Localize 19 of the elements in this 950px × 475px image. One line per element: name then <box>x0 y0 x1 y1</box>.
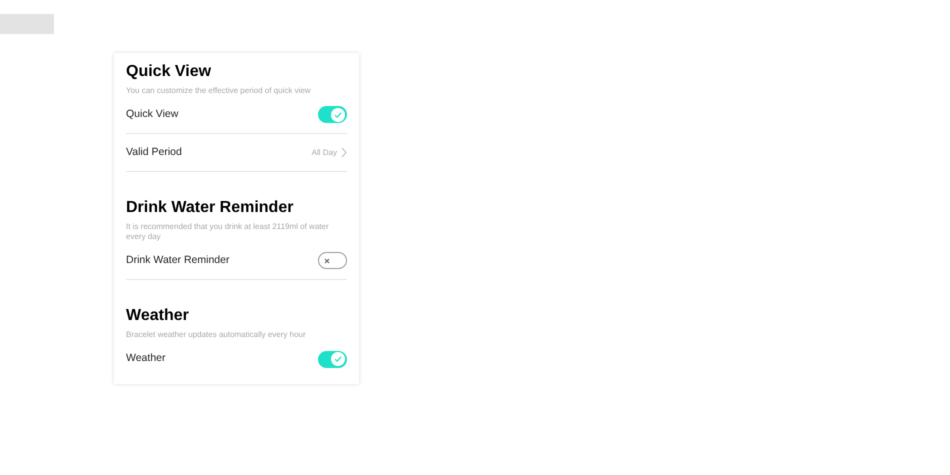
setting-label: Quick View <box>126 106 178 122</box>
period-selector[interactable]: All Day <box>312 146 347 158</box>
section-description: It is recommended that you drink at least 2119ml of water every day <box>126 222 330 242</box>
check-icon <box>334 110 342 118</box>
toggle-switch[interactable] <box>318 252 347 269</box>
section-description: Bracelet weather updates automatically every hour <box>126 330 307 340</box>
cross-icon <box>324 258 330 264</box>
section-title: Quick View <box>126 62 212 82</box>
check-icon <box>334 355 342 363</box>
section-description: You can customize the effective period of quick view <box>126 86 312 96</box>
section-title: Weather <box>126 306 190 326</box>
section-title: Drink Water Reminder <box>126 198 294 218</box>
toggle-switch[interactable] <box>318 106 347 123</box>
placeholder-bar <box>0 14 54 34</box>
setting-label: Weather <box>126 351 166 366</box>
toggle-switch[interactable] <box>318 350 347 368</box>
setting-label: Drink Water Reminder <box>126 252 230 268</box>
chevron-right-icon <box>341 147 347 158</box>
setting-label: Valid Period <box>126 144 182 160</box>
